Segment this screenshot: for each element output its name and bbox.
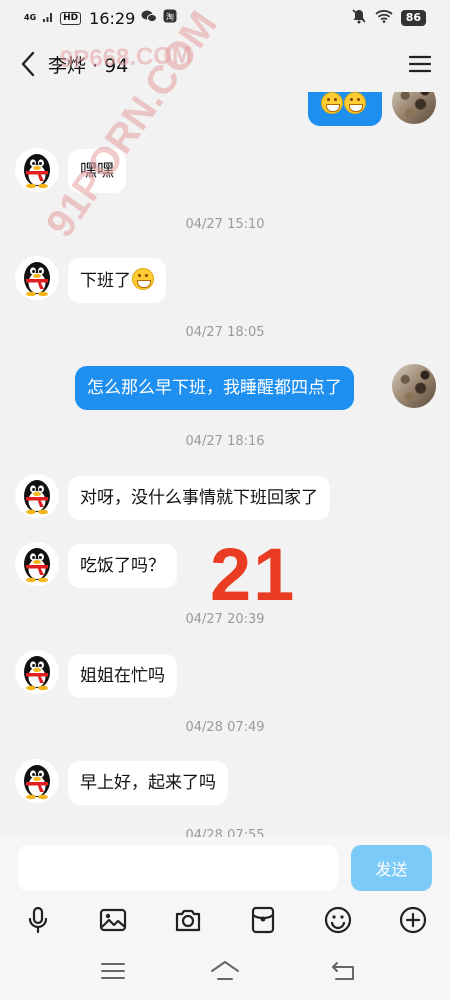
message-timestamp: 04/27 15:10 <box>185 217 265 232</box>
my-avatar[interactable] <box>392 364 436 408</box>
hd-badge: HD <box>60 11 82 25</box>
chevron-left-icon <box>21 51 35 77</box>
chat-header: 李烨 · 94 <box>0 36 450 92</box>
wechat-icon <box>141 9 158 27</box>
message-bubble-incoming[interactable]: 对呀，没什么事情就下班回家了 <box>68 476 330 520</box>
contact-avatar[interactable] <box>15 256 59 300</box>
mute-icon <box>351 8 367 28</box>
contact-avatar[interactable] <box>15 542 59 586</box>
contact-avatar[interactable] <box>15 650 59 694</box>
message-input[interactable] <box>18 845 338 891</box>
wifi-icon <box>375 9 393 27</box>
emoji-icon[interactable] <box>323 905 353 935</box>
penguin-icon <box>24 480 50 515</box>
message-bubble-incoming[interactable]: 下班了 <box>68 258 166 303</box>
taobao-icon: 淘 <box>163 9 177 27</box>
message-bubble-incoming[interactable]: 嘿嘿 <box>68 149 126 193</box>
message-bubble-outgoing[interactable]: 怎么那么早下班，我睡醒都四点了 <box>75 366 354 410</box>
microphone-icon[interactable] <box>23 905 53 935</box>
plus-icon[interactable] <box>398 905 428 935</box>
penguin-icon <box>24 548 50 583</box>
contact-name: 李烨 · 94 <box>48 54 129 77</box>
message-timestamp: 04/27 18:05 <box>185 325 265 340</box>
home-icon[interactable] <box>210 959 240 983</box>
message-bubble-incoming[interactable]: 姐姐在忙吗 <box>68 654 177 698</box>
message-timestamp: 04/28 07:55 <box>185 828 265 837</box>
status-time: 16:29 <box>89 8 136 28</box>
contact-avatar[interactable] <box>15 759 59 803</box>
status-bar: 4G HD 16:29 淘 86 <box>0 0 450 36</box>
system-navigation-bar <box>0 939 450 1000</box>
signal-icon <box>42 9 54 27</box>
penguin-icon <box>24 262 50 297</box>
menu-icon[interactable] <box>98 959 128 983</box>
back-icon[interactable] <box>328 959 358 983</box>
grin-emoji-icon <box>321 92 343 114</box>
camera-icon[interactable] <box>173 905 203 935</box>
message-bubble-incoming[interactable]: 早上好，起来了吗 <box>68 761 228 805</box>
message-timestamp: 04/27 18:16 <box>185 434 265 449</box>
contact-avatar[interactable] <box>15 148 59 192</box>
grin-emoji-icon <box>344 92 366 114</box>
penguin-icon <box>24 765 50 800</box>
image-icon[interactable] <box>98 905 128 935</box>
my-avatar[interactable] <box>392 92 436 124</box>
message-input-bar: 发送 <box>0 837 450 901</box>
svg-text:淘: 淘 <box>166 12 174 22</box>
message-timestamp: 04/28 07:49 <box>185 720 265 735</box>
message-text: 下班了 <box>80 271 131 291</box>
network-indicator: 4G <box>24 13 37 22</box>
chat-message-list[interactable]: 嘿嘿 04/27 15:10 下班了 04/27 18:05 怎么那么早下班，我… <box>0 92 450 837</box>
grin-emoji-icon <box>132 268 154 290</box>
hamburger-icon <box>409 55 431 73</box>
message-text: 姐姐在忙吗 <box>80 666 165 686</box>
back-button[interactable] <box>14 44 42 84</box>
message-bubble-outgoing[interactable] <box>308 92 382 126</box>
more-menu-button[interactable] <box>404 44 436 84</box>
message-text: 早上好，起来了吗 <box>80 773 216 793</box>
message-text: 怎么那么早下班，我睡醒都四点了 <box>87 378 342 398</box>
chat-toolbar <box>0 901 450 939</box>
message-text: 吃饭了吗？ <box>80 556 165 576</box>
message-bubble-incoming[interactable]: 吃饭了吗？ <box>68 544 177 588</box>
red-packet-icon[interactable] <box>248 905 278 935</box>
send-button[interactable]: 发送 <box>351 845 432 891</box>
message-text: 嘿嘿 <box>80 161 114 181</box>
penguin-icon <box>24 656 50 691</box>
overlay-number: 21 <box>210 533 297 616</box>
battery-level: 86 <box>400 10 426 26</box>
message-text: 对呀，没什么事情就下班回家了 <box>80 488 318 508</box>
penguin-icon <box>24 154 50 189</box>
contact-avatar[interactable] <box>15 474 59 518</box>
